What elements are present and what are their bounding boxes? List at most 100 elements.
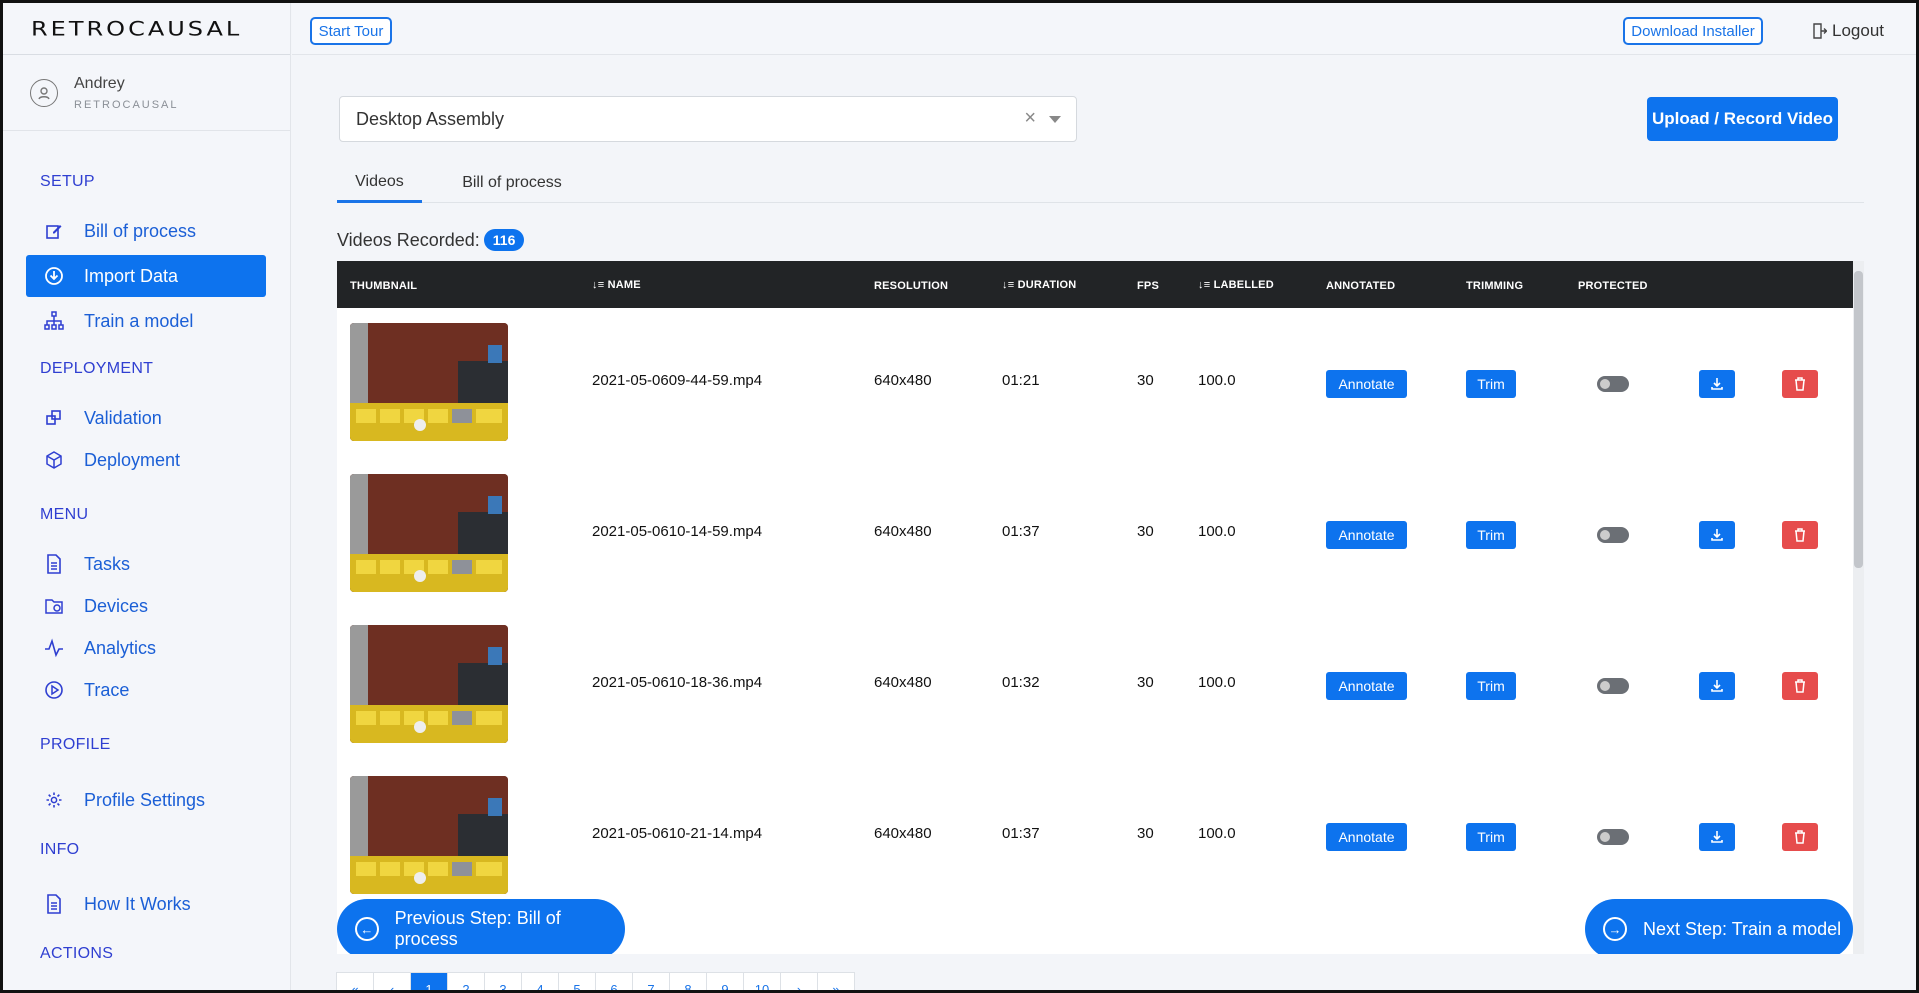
- sidebar-item-label: Profile Settings: [84, 789, 206, 810]
- page-button[interactable]: 5: [558, 972, 596, 993]
- page-button[interactable]: 9: [706, 972, 744, 993]
- user-profile: Andrey RETROCAUSAL: [3, 55, 290, 131]
- sort-icon: ↓≡: [1002, 279, 1018, 291]
- annotate-button[interactable]: Annotate: [1326, 370, 1407, 398]
- annotate-button[interactable]: Annotate: [1326, 823, 1407, 851]
- arrow-right-circle-icon: →: [1603, 917, 1627, 941]
- sidebar-item-label: Trace: [84, 679, 130, 700]
- sidebar-item-how-it-works[interactable]: How It Works: [26, 883, 266, 925]
- delete-button[interactable]: [1782, 370, 1818, 398]
- sidebar-item-analytics[interactable]: Analytics: [26, 627, 266, 669]
- video-thumbnail[interactable]: [350, 625, 508, 743]
- page-button[interactable]: ‹: [373, 972, 411, 993]
- section-menu: MENU: [40, 506, 89, 523]
- download-button[interactable]: [1699, 521, 1735, 549]
- trim-button[interactable]: Trim: [1466, 823, 1516, 851]
- video-fps: 30: [1137, 825, 1154, 842]
- sidebar-item-train-a-model[interactable]: Train a model: [26, 300, 266, 342]
- download-button[interactable]: [1699, 823, 1735, 851]
- sidebar-item-bill-of-process[interactable]: Bill of process: [26, 210, 266, 252]
- table-scrollbar[interactable]: [1853, 261, 1864, 954]
- tab-bill-of-process[interactable]: Bill of process: [441, 163, 583, 203]
- page-button[interactable]: »: [817, 972, 855, 993]
- sidebar-item-label: Validation: [84, 407, 162, 428]
- start-tour-button[interactable]: Start Tour: [310, 17, 392, 45]
- app-logo[interactable]: RETROCAUSAL: [3, 3, 290, 55]
- delete-button[interactable]: [1782, 672, 1818, 700]
- scrollbar-thumb[interactable]: [1854, 271, 1863, 568]
- sidebar-item-label: How It Works: [84, 893, 191, 914]
- page-button[interactable]: 2: [447, 972, 485, 993]
- annotate-button[interactable]: Annotate: [1326, 521, 1407, 549]
- video-fps: 30: [1137, 372, 1154, 389]
- video-labelled: 100.0: [1198, 674, 1236, 691]
- page-button[interactable]: 6: [595, 972, 633, 993]
- user-org: RETROCAUSAL: [74, 98, 179, 111]
- annotate-button[interactable]: Annotate: [1326, 672, 1407, 700]
- tab-videos[interactable]: Videos: [337, 163, 422, 203]
- pagination: «‹ 1 2 3 4 5 6 7 8 9 10 ›»: [336, 972, 855, 993]
- video-resolution: 640x480: [874, 372, 932, 389]
- download-icon: [1711, 831, 1723, 843]
- chevron-down-icon[interactable]: [1049, 116, 1061, 123]
- videos-recorded-label: Videos Recorded:: [337, 229, 480, 250]
- process-select-value: Desktop Assembly: [356, 108, 505, 129]
- video-thumbnail[interactable]: [350, 474, 508, 592]
- previous-step-button[interactable]: ← Previous Step: Bill of process: [337, 899, 625, 954]
- protected-toggle[interactable]: [1597, 376, 1629, 392]
- video-labelled: 100.0: [1198, 523, 1236, 540]
- delete-button[interactable]: [1782, 521, 1818, 549]
- download-button[interactable]: [1699, 370, 1735, 398]
- page-button[interactable]: «: [336, 972, 374, 993]
- clear-icon[interactable]: ×: [1024, 107, 1036, 130]
- download-icon: [1711, 680, 1723, 692]
- page-button[interactable]: 8: [669, 972, 707, 993]
- header-annotated: ANNOTATED: [1326, 280, 1396, 292]
- edit-icon: [44, 221, 64, 241]
- video-labelled: 100.0: [1198, 825, 1236, 842]
- video-thumbnail[interactable]: [350, 776, 508, 894]
- video-duration: 01:21: [1002, 372, 1040, 389]
- page-button[interactable]: 1: [410, 972, 448, 993]
- table-row: 2021-05-0609-44-59.mp4 640x480 01:21 30 …: [337, 308, 1853, 459]
- next-step-button[interactable]: → Next Step: Train a model: [1585, 899, 1853, 954]
- page-button[interactable]: 10: [743, 972, 781, 993]
- page-button[interactable]: 3: [484, 972, 522, 993]
- download-installer-button[interactable]: Download Installer: [1623, 17, 1763, 45]
- trim-button[interactable]: Trim: [1466, 370, 1516, 398]
- header-labelled[interactable]: ↓≡ LABELLED: [1198, 279, 1274, 291]
- header-duration[interactable]: ↓≡ DURATION: [1002, 279, 1076, 291]
- sidebar-item-label: Devices: [84, 595, 149, 616]
- logout-button[interactable]: Logout: [1813, 21, 1884, 41]
- process-select[interactable]: Desktop Assembly ×: [339, 96, 1077, 142]
- upload-record-video-button[interactable]: Upload / Record Video: [1647, 97, 1838, 141]
- header-thumbnail: THUMBNAIL: [350, 280, 418, 292]
- sidebar-item-label: Train a model: [84, 310, 194, 331]
- video-resolution: 640x480: [874, 674, 932, 691]
- sidebar-item-profile-settings[interactable]: Profile Settings: [26, 779, 266, 821]
- delete-button[interactable]: [1782, 823, 1818, 851]
- sidebar-item-devices[interactable]: Devices: [26, 585, 266, 627]
- header-name[interactable]: ↓≡ NAME: [592, 279, 641, 291]
- page-button[interactable]: 4: [521, 972, 559, 993]
- download-icon: [1711, 378, 1723, 390]
- page-button[interactable]: 7: [632, 972, 670, 993]
- sidebar-item-import-data[interactable]: Import Data: [26, 255, 266, 297]
- sidebar-item-deployment[interactable]: Deployment: [26, 439, 266, 481]
- sidebar-item-tasks[interactable]: Tasks: [26, 543, 266, 585]
- protected-toggle[interactable]: [1597, 829, 1629, 845]
- trim-button[interactable]: Trim: [1466, 521, 1516, 549]
- protected-toggle[interactable]: [1597, 678, 1629, 694]
- video-duration: 01:37: [1002, 523, 1040, 540]
- videos-recorded: Videos Recorded: 116: [337, 229, 525, 251]
- page-button[interactable]: ›: [780, 972, 818, 993]
- sidebar-item-validation[interactable]: Validation: [26, 397, 266, 439]
- video-thumbnail[interactable]: [350, 323, 508, 441]
- sidebar-item-trace[interactable]: Trace: [26, 669, 266, 711]
- trim-button[interactable]: Trim: [1466, 672, 1516, 700]
- box-icon: [44, 450, 64, 470]
- download-button[interactable]: [1699, 672, 1735, 700]
- sidebar: RETROCAUSAL Andrey RETROCAUSAL SETUP Bil…: [3, 3, 291, 990]
- section-profile: PROFILE: [40, 736, 111, 753]
- protected-toggle[interactable]: [1597, 527, 1629, 543]
